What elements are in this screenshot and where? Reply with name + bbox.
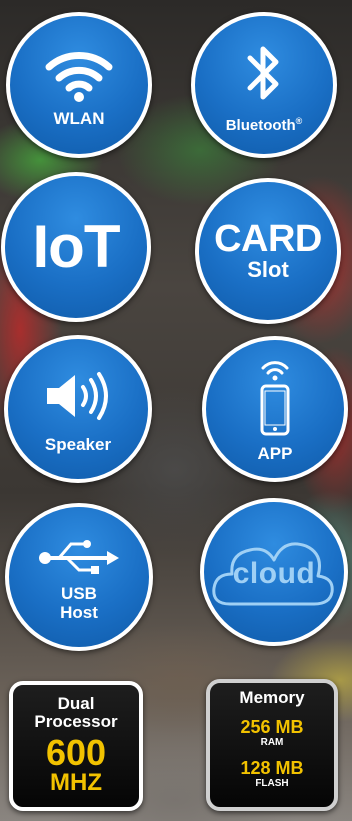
host-label: Host [60, 603, 98, 622]
slot-label: Slot [247, 257, 289, 282]
bluetooth-label: Bluetooth® [226, 112, 303, 135]
processor-label: Processor [34, 712, 118, 731]
app-label: APP [257, 443, 293, 463]
ram-label: RAM [260, 737, 284, 748]
memory-title: Memory [239, 688, 305, 707]
cloud-label: cloud [232, 557, 316, 590]
iot-label: IoT [32, 213, 121, 280]
dual-label: Dual [57, 694, 95, 713]
wlan-badge: WLAN [6, 12, 152, 158]
speaker-badge: Speaker [4, 335, 152, 483]
registered-mark: ® [295, 115, 303, 126]
wifi-icon [45, 51, 113, 102]
speaker-icon [47, 371, 108, 420]
frequency-value: 600 [45, 732, 107, 773]
ram-value: 256 MB [240, 717, 304, 737]
card-slot-badge: CARD Slot [195, 178, 341, 324]
card-label: CARD [214, 218, 322, 260]
app-badge: APP [202, 336, 348, 482]
speaker-label: Speaker [44, 434, 112, 454]
bluetooth-icon [247, 46, 279, 99]
iot-badge: IoT [1, 172, 151, 322]
bluetooth-label-text: Bluetooth [225, 116, 296, 134]
flash-label: FLASH [255, 778, 289, 789]
wlan-label: WLAN [53, 108, 105, 128]
dual-processor-box: Dual Processor 600 MHZ [9, 681, 143, 811]
frequency-unit: MHZ [50, 769, 102, 796]
memory-box: Memory 256 MB RAM 128 MB FLASH [206, 679, 338, 811]
cloud-badge: cloud [200, 498, 348, 646]
usb-label: USB [61, 584, 97, 603]
smartphone-wifi-icon [260, 360, 290, 435]
usb-host-badge: USB Host [5, 503, 153, 651]
flash-value: 128 MB [240, 758, 304, 778]
usb-icon [39, 540, 119, 574]
bluetooth-badge: Bluetooth® [191, 12, 337, 158]
